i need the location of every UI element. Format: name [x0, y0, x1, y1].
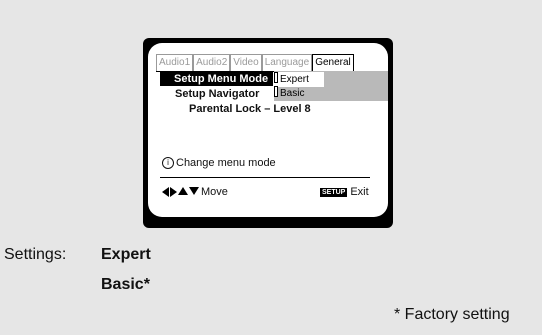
left-arrow-icon [162, 187, 169, 197]
tab-audio1[interactable]: Audio1 [156, 54, 194, 71]
exit-hint: SETUP Exit [320, 186, 369, 198]
settings-label: Settings: [4, 246, 67, 263]
menu-item-setup-navigator[interactable]: Setup Navigator [175, 87, 259, 101]
option-expert[interactable]: Expert [274, 72, 324, 87]
info-icon: i [162, 157, 174, 169]
menu-item-parental-lock[interactable]: Parental Lock – Level 8 [189, 102, 311, 116]
option-basic[interactable]: Basic [274, 86, 304, 101]
nav-hint: Move [162, 186, 228, 198]
tab-general[interactable]: General [312, 54, 354, 71]
menu-item-setup-menu-mode[interactable]: Setup Menu Mode [160, 72, 273, 86]
hint-text: Change menu mode [176, 157, 276, 169]
tab-language[interactable]: Language [261, 54, 313, 71]
tv-frame: Audio1 Audio2 Video Language General Exp… [143, 38, 393, 228]
arrow-keys-icon [162, 187, 199, 197]
settings-option-expert: Expert [101, 246, 151, 263]
osd-screen: Audio1 Audio2 Video Language General Exp… [148, 43, 388, 217]
option-marker-icon [274, 86, 278, 97]
tab-audio2[interactable]: Audio2 [193, 54, 231, 71]
setup-button-icon: SETUP [320, 187, 348, 197]
option-submenu: Expert Basic [274, 71, 388, 101]
tab-video[interactable]: Video [230, 54, 262, 71]
hint-line: i Change menu mode [162, 157, 276, 169]
right-arrow-icon [170, 187, 177, 197]
factory-setting-note: * Factory setting [394, 306, 510, 323]
down-arrow-icon [189, 187, 199, 195]
move-label: Move [201, 186, 228, 198]
settings-option-basic: Basic* [101, 276, 150, 293]
up-arrow-icon [178, 187, 188, 195]
tab-bar: Audio1 Audio2 Video Language General [156, 53, 354, 71]
option-marker-icon [274, 72, 278, 83]
divider [160, 177, 370, 178]
exit-label: Exit [350, 186, 369, 198]
